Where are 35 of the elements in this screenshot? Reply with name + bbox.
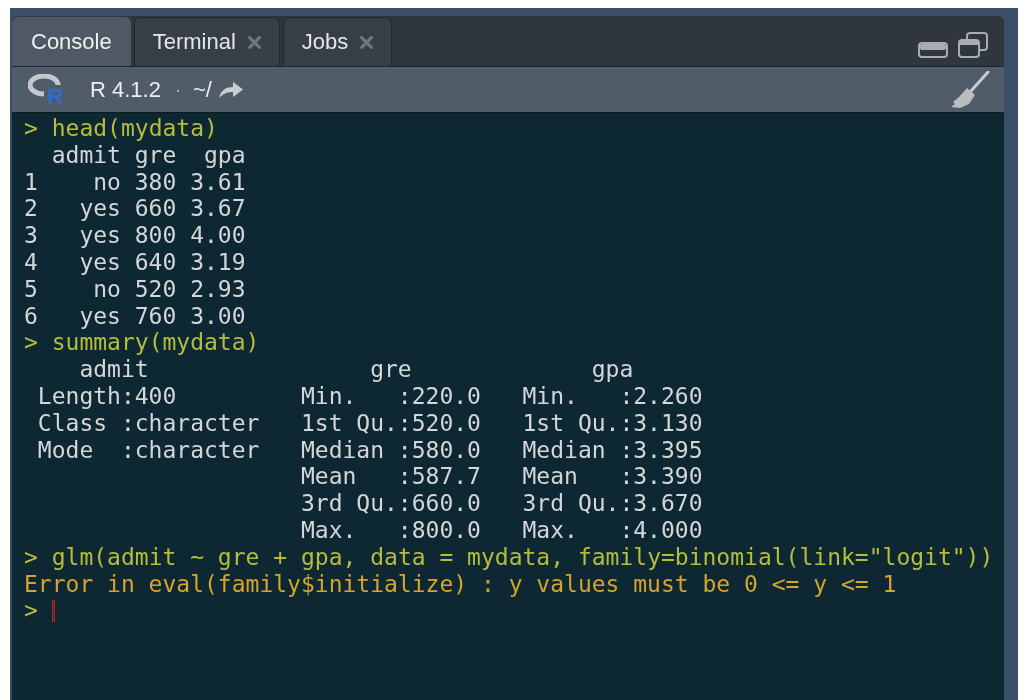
working-directory[interactable]: ~/ bbox=[192, 78, 212, 101]
output-text: 4 yes 640 3.19 bbox=[24, 249, 246, 276]
output-text: 3rd Qu.:660.0 3rd Qu.:3.670 bbox=[299, 490, 703, 517]
close-icon[interactable] bbox=[360, 35, 374, 49]
curved-arrow-icon[interactable] bbox=[217, 80, 244, 99]
output-text: Length:400 Min. :220.0 Min. :2.260 bbox=[36, 382, 703, 410]
console-input[interactable]: > bbox=[24, 597, 1004, 625]
output-text: Class :character 1st Qu.:520.0 1st Qu.:3.130 bbox=[36, 409, 703, 437]
output-text: 2 yes 660 3.67 bbox=[24, 195, 246, 223]
error-message: Error in eval(family$initialize) : y values must be 0 <= y <= 1 bbox=[24, 570, 897, 598]
prompt-symbol: > bbox=[24, 115, 38, 142]
maximize-icon[interactable] bbox=[958, 32, 988, 58]
tab[interactable]: Jobs bbox=[282, 17, 393, 66]
output-text: admit gre gpa bbox=[50, 141, 246, 169]
output-text: 3 yes 800 4.00 bbox=[24, 222, 246, 249]
close-icon[interactable] bbox=[247, 35, 261, 49]
command-text: head(mydata) bbox=[51, 115, 218, 142]
r-version: R 4.1.2 bbox=[90, 78, 161, 101]
output-text: 5 no 520 2.93 bbox=[24, 275, 246, 303]
broom-icon[interactable] bbox=[950, 70, 990, 109]
minimize-icon[interactable] bbox=[918, 42, 948, 58]
command-text: summary(mydata) bbox=[51, 329, 260, 357]
output-text: admit gre gpa bbox=[78, 356, 634, 383]
tab[interactable]: Terminal bbox=[133, 17, 280, 66]
separator-dot: · bbox=[174, 80, 181, 99]
tab[interactable]: Console bbox=[12, 17, 131, 66]
output-text: 6 yes 760 3.00 bbox=[24, 302, 246, 330]
output-text: Mode :character Median :580.0 Median :3.395 bbox=[36, 436, 703, 464]
output-text: Mean :587.7 Mean :3.390 bbox=[299, 463, 703, 491]
prompt-symbol: > bbox=[24, 329, 38, 357]
prompt-symbol: > bbox=[24, 543, 38, 571]
command-text: glm(admit ~ gre + gpa, data = mydata, family=binomial(link="logit")) bbox=[51, 543, 994, 571]
prompt-symbol: > bbox=[24, 597, 38, 625]
output-text: 1 no 380 3.61 bbox=[24, 168, 246, 196]
output-text: Max. :800.0 Max. :4.000 bbox=[299, 516, 703, 544]
